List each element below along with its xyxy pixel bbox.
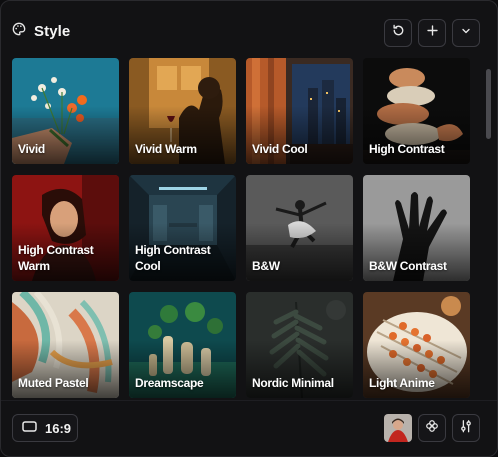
style-card-label: Muted Pastel [18, 376, 89, 390]
flower-icon [425, 419, 439, 438]
style-card-label: Vivid Cool [252, 142, 308, 156]
style-presets-button[interactable] [418, 414, 446, 442]
style-card-high-contrast[interactable]: High Contrast [363, 58, 470, 164]
style-card-bw-contrast[interactable]: B&W Contrast [363, 175, 470, 281]
style-card-label: B&W Contrast [369, 259, 447, 273]
scrollbar-thumb[interactable] [486, 69, 491, 139]
collapse-button[interactable] [452, 19, 480, 47]
style-panel: Style Vivid Vivid Warm Vivid Cool High C… [0, 0, 498, 457]
style-card-label: Dreamscape [135, 376, 204, 390]
style-card-label: Light Anime [369, 376, 435, 390]
style-grid: Vivid Vivid Warm Vivid Cool High Contras… [12, 58, 472, 398]
style-card-dreamscape[interactable]: Dreamscape [129, 292, 236, 398]
chevron-down-icon [460, 24, 472, 42]
reset-button[interactable] [384, 19, 412, 47]
page-title: Style [34, 23, 71, 40]
style-card-label: Vivid Warm [135, 142, 197, 156]
style-card-label: B&W [252, 259, 280, 273]
aspect-ratio-button[interactable]: 16:9 [12, 414, 78, 442]
plus-icon [426, 24, 439, 42]
style-card-label: High Contrast Cool [135, 243, 211, 273]
rectangle-icon [22, 419, 37, 437]
add-button[interactable] [418, 19, 446, 47]
style-card-bw[interactable]: B&W [246, 175, 353, 281]
rotate-ccw-icon [392, 24, 405, 42]
title-group: Style [12, 22, 70, 41]
style-card-label: High Contrast Warm [18, 243, 94, 273]
style-card-muted-pastel[interactable]: Muted Pastel [12, 292, 119, 398]
style-card-nordic-minimal[interactable]: Nordic Minimal [246, 292, 353, 398]
style-card-light-anime[interactable]: Light Anime [363, 292, 470, 398]
style-card-label: High Contrast [369, 142, 445, 156]
style-card-high-contrast-warm[interactable]: High Contrast Warm [12, 175, 119, 281]
style-card-vivid-warm[interactable]: Vivid Warm [129, 58, 236, 164]
style-card-label: Nordic Minimal [252, 376, 334, 390]
sliders-icon [459, 419, 473, 438]
palette-icon [12, 22, 26, 41]
panel-header: Style [1, 1, 497, 65]
settings-button[interactable] [452, 414, 480, 442]
reference-image-thumbnail[interactable] [384, 414, 412, 442]
aspect-ratio-label: 16:9 [45, 420, 72, 436]
style-card-high-contrast-cool[interactable]: High Contrast Cool [129, 175, 236, 281]
style-card-vivid-cool[interactable]: Vivid Cool [246, 58, 353, 164]
reference-image [384, 414, 412, 442]
footer-divider [1, 400, 497, 401]
style-card-label: Vivid [18, 142, 45, 156]
style-card-vivid[interactable]: Vivid [12, 58, 119, 164]
